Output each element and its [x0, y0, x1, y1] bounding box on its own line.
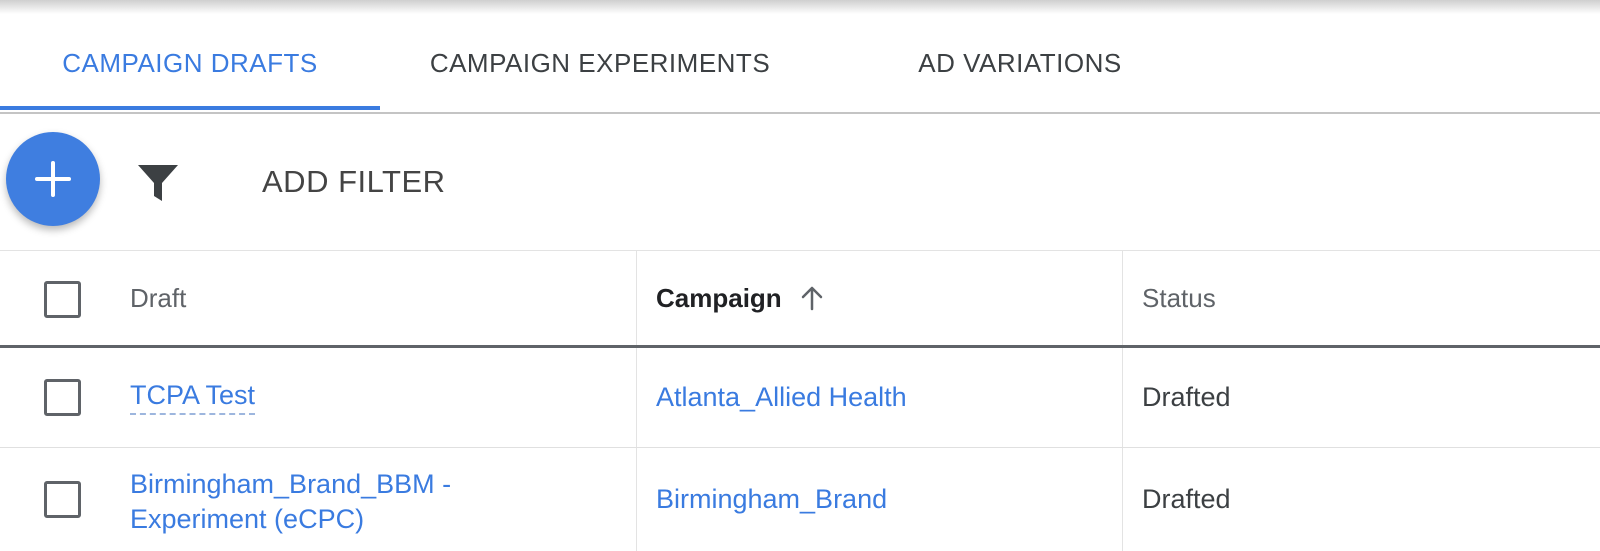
column-header-draft[interactable]: Draft	[130, 251, 610, 345]
draft-cell: TCPA Test	[130, 348, 610, 447]
column-header-label: Campaign	[656, 282, 782, 313]
status-text: Drafted	[1142, 382, 1231, 412]
add-draft-button[interactable]	[6, 132, 100, 226]
table-header-row: Draft Campaign Status	[0, 250, 1600, 348]
draft-name-line: Birmingham_Brand_BBM -	[130, 468, 452, 499]
draft-name-link[interactable]: TCPA Test	[130, 380, 256, 415]
filter-funnel-icon[interactable]	[136, 162, 180, 204]
add-filter-button[interactable]: ADD FILTER	[262, 160, 446, 204]
table-row: TCPA Test Atlanta_Allied Health Drafted	[0, 348, 1600, 448]
tab-campaign-drafts[interactable]: CAMPAIGN DRAFTS	[0, 14, 380, 112]
column-header-label: Draft	[130, 282, 187, 313]
tab-ad-variations[interactable]: AD VARIATIONS	[820, 14, 1220, 112]
drafts-experiments-page: CAMPAIGN DRAFTS CAMPAIGN EXPERIMENTS AD …	[0, 0, 1600, 551]
row-checkbox[interactable]	[44, 379, 81, 416]
campaign-name-link[interactable]: Atlanta_Allied Health	[656, 382, 907, 413]
tab-bar: CAMPAIGN DRAFTS CAMPAIGN EXPERIMENTS AD …	[0, 14, 1600, 114]
select-all-checkbox[interactable]	[44, 281, 81, 318]
column-header-status[interactable]: Status	[1142, 251, 1582, 345]
tab-campaign-experiments[interactable]: CAMPAIGN EXPERIMENTS	[380, 14, 820, 112]
arrow-up-icon	[801, 286, 822, 311]
campaign-cell: Birmingham_Brand	[656, 448, 1116, 551]
campaign-name-link[interactable]: Birmingham_Brand	[656, 484, 887, 515]
draft-name-line: Experiment (eCPC)	[130, 503, 365, 534]
campaign-cell: Atlanta_Allied Health	[656, 348, 1116, 447]
drafts-table: Draft Campaign Status TCPA Test Atlanta_…	[0, 250, 1600, 551]
status-text: Drafted	[1142, 484, 1231, 514]
draft-cell: Birmingham_Brand_BBM - Experiment (eCPC)	[130, 448, 610, 551]
column-header-label: Status	[1142, 282, 1216, 313]
row-checkbox[interactable]	[44, 481, 81, 518]
status-cell: Drafted	[1142, 348, 1582, 447]
top-shadow	[0, 0, 1600, 14]
status-cell: Drafted	[1142, 448, 1582, 551]
table-row: Birmingham_Brand_BBM - Experiment (eCPC)…	[0, 448, 1600, 551]
active-tab-indicator	[0, 106, 380, 110]
plus-icon	[35, 161, 71, 197]
draft-name-link[interactable]: Birmingham_Brand_BBM - Experiment (eCPC)	[130, 463, 451, 537]
column-header-campaign[interactable]: Campaign	[656, 251, 1116, 345]
